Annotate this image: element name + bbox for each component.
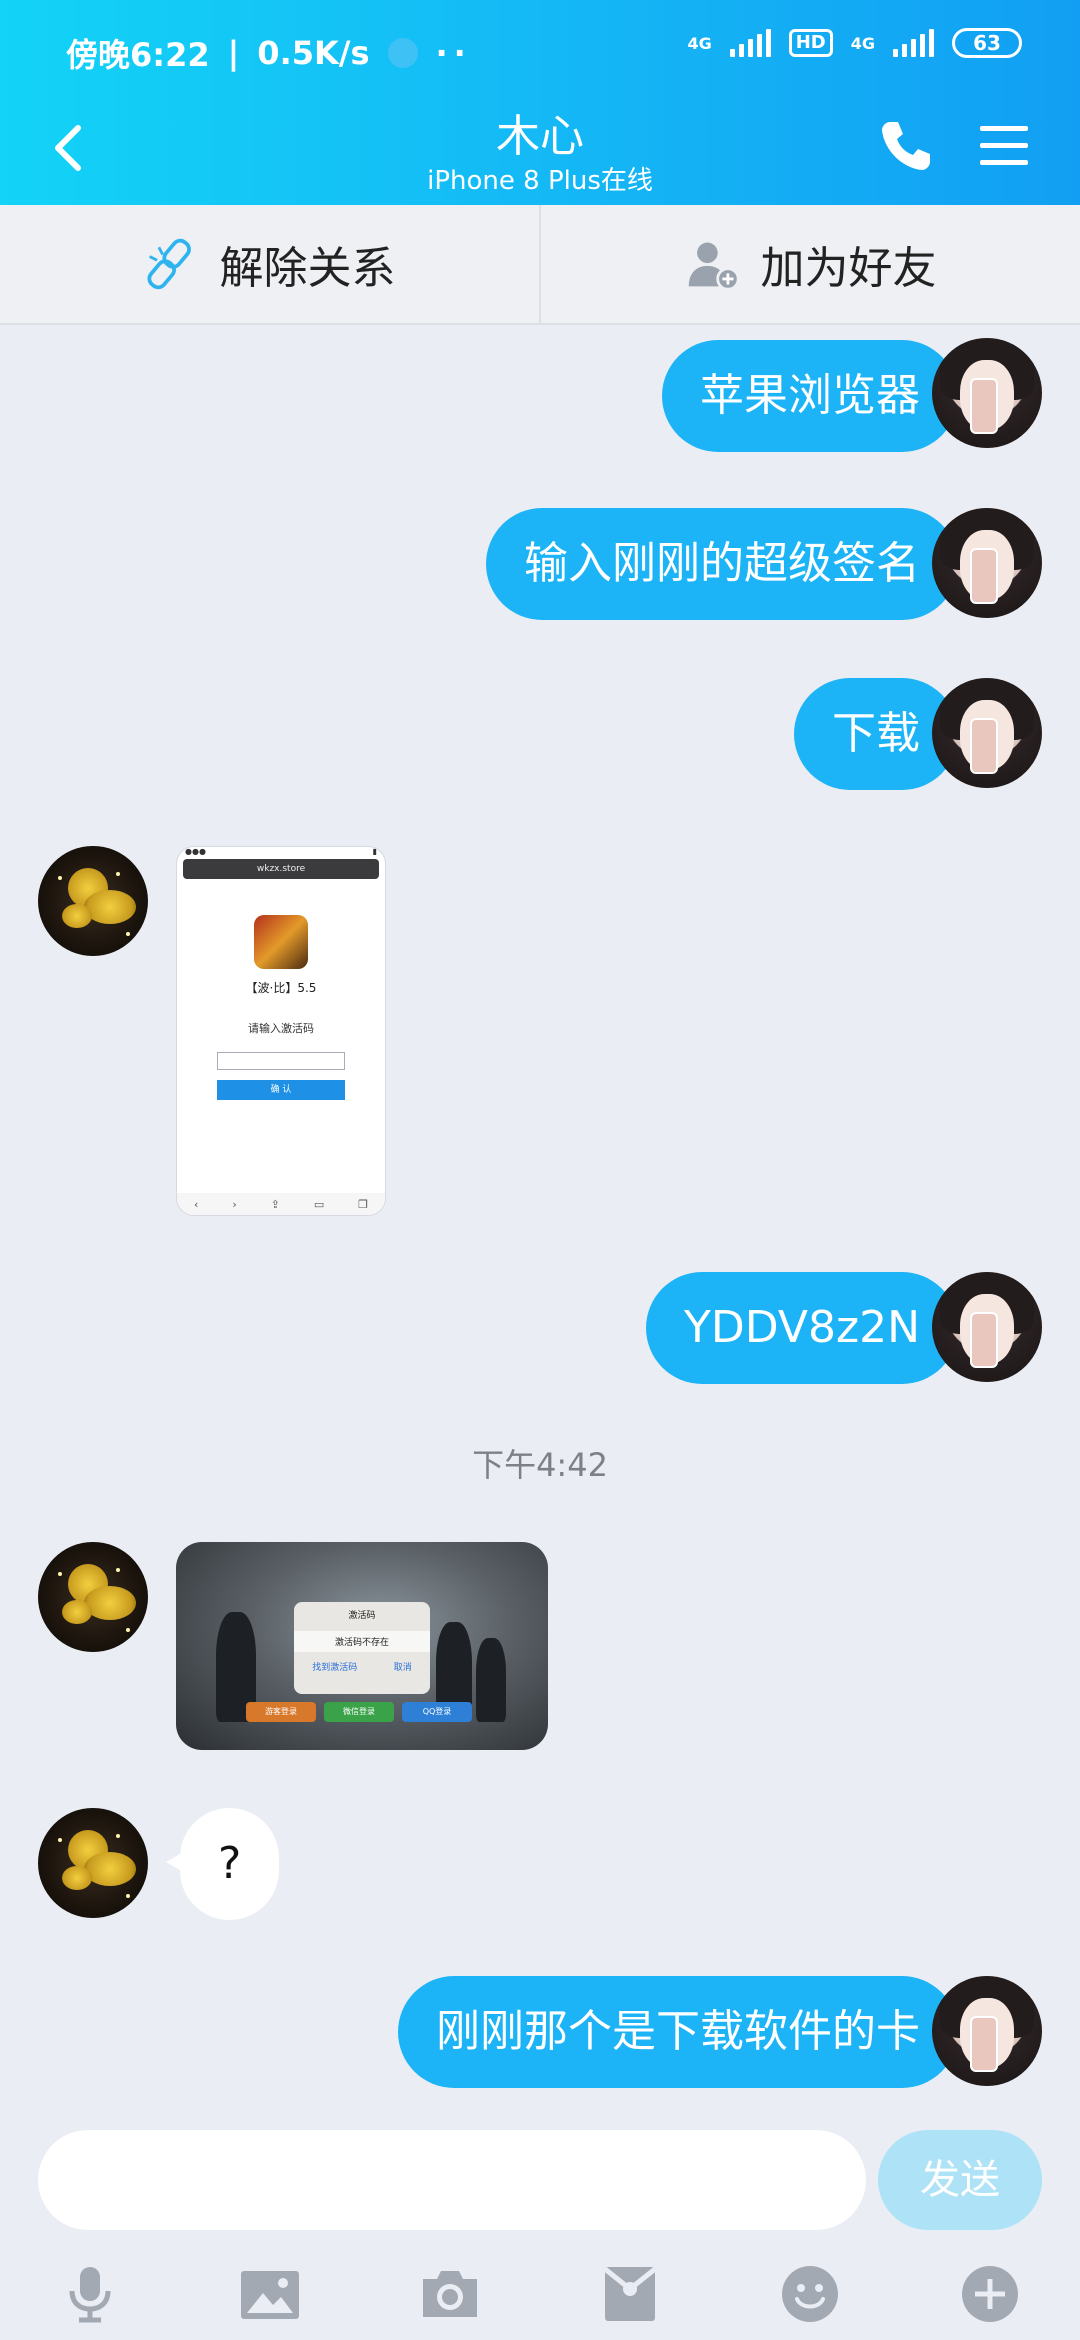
composer: 发送 <box>0 2118 1080 2248</box>
avatar-self[interactable] <box>932 508 1042 618</box>
battery-icon: 63 <box>952 28 1022 58</box>
header: 傍晚6:22 | 0.5K/s ·· 4G HD 4G 63 木心 iPhone… <box>0 0 1080 205</box>
browser-url-bar: wkzx.store <box>183 859 379 879</box>
camera-button[interactable] <box>418 2262 482 2326</box>
plus-icon <box>962 2266 1018 2322</box>
send-button[interactable]: 发送 <box>878 2130 1042 2230</box>
camera-icon <box>423 2271 477 2317</box>
dialog-title: 激活码 <box>348 1611 376 1621</box>
status-notification-icon <box>387 38 418 68</box>
menu-icon <box>980 126 1028 165</box>
image-button[interactable] <box>238 2262 302 2326</box>
call-button[interactable] <box>876 116 936 176</box>
more-button[interactable] <box>958 2262 1022 2326</box>
guest-login-button: 游客登录 <box>246 1702 316 1722</box>
status-speed: 0.5K/s <box>257 34 370 72</box>
image-message-game-screenshot[interactable]: 激活码 激活码不存在 找到激活码 取消 游客登录 微信登录 QQ登录 <box>176 1542 548 1750</box>
activation-input <box>217 1052 345 1070</box>
avatar-contact[interactable] <box>38 846 148 956</box>
add-friend-button[interactable]: 加为好友 <box>539 205 1080 323</box>
browser-toolbar: ‹ › ⇪ ▭ ❐ <box>177 1193 385 1215</box>
message-input[interactable] <box>38 2130 866 2230</box>
dialog-action-right: 取消 <box>393 1663 412 1673</box>
dialog-action-left: 找到激活码 <box>312 1663 358 1673</box>
app-icon <box>254 915 308 969</box>
message-bubble-outgoing[interactable]: 刚刚那个是下载软件的卡 <box>398 1976 972 2088</box>
add-user-icon <box>688 242 740 291</box>
image-icon <box>241 2271 299 2319</box>
activation-prompt: 请输入激活码 <box>248 1022 314 1035</box>
network-type-2: 4G <box>850 33 875 53</box>
image-message-screenshot[interactable]: ●●● ▮ wkzx.store 【波·比】5.5 请输入激活码 确 认 ‹ › ⇪ ▭… <box>176 846 386 1216</box>
red-packet-icon <box>603 2267 657 2321</box>
message-bubble-outgoing[interactable]: YDDV8z2N <box>646 1272 972 1384</box>
microphone-icon <box>69 2267 111 2323</box>
emoji-icon <box>782 2266 838 2322</box>
message-bubble-incoming[interactable]: ? <box>165 1808 280 1920</box>
qq-login-button: QQ登录 <box>402 1702 472 1722</box>
unlink-label: 解除关系 <box>219 243 396 294</box>
app-name: 【波·比】5.5 <box>245 981 317 995</box>
more-notifications-icon: ·· <box>435 34 472 72</box>
unlink-icon <box>146 238 191 290</box>
message-bubble-outgoing[interactable]: 输入刚刚的超级签名 <box>486 508 972 620</box>
hd-badge: HD <box>788 29 833 57</box>
relation-action-bar: 解除关系 加为好友 <box>0 205 1080 325</box>
voice-button[interactable] <box>58 2262 122 2326</box>
activation-dialog: 激活码 激活码不存在 找到激活码 取消 <box>294 1602 430 1694</box>
url-text: wkzx.store <box>256 864 306 874</box>
nav-bar: 木心 iPhone 8 Plus在线 <box>0 100 1080 205</box>
message-timestamp: 下午4:42 <box>472 1446 608 1484</box>
status-right: 4G HD 4G 63 <box>687 28 1022 58</box>
red-packet-button[interactable] <box>598 2262 662 2326</box>
avatar-contact[interactable] <box>38 1808 148 1918</box>
avatar-self[interactable] <box>932 1976 1042 2086</box>
status-time: 傍晚6:22 <box>66 36 210 74</box>
composer-toolbar <box>0 2248 1080 2340</box>
avatar-self[interactable] <box>932 678 1042 788</box>
phone-icon <box>882 122 930 170</box>
confirm-button: 确 认 <box>217 1080 345 1100</box>
status-bar: 傍晚6:22 | 0.5K/s ·· 4G HD 4G 63 <box>0 0 1080 100</box>
avatar-self[interactable] <box>932 1272 1042 1382</box>
menu-button[interactable] <box>976 118 1032 174</box>
status-left: 傍晚6:22 | 0.5K/s ·· <box>66 30 472 76</box>
unlink-button[interactable]: 解除关系 <box>0 205 539 323</box>
signal-icon-1 <box>729 29 771 57</box>
network-type-1: 4G <box>687 33 712 53</box>
add-friend-label: 加为好友 <box>760 243 937 294</box>
signal-icon-2 <box>893 29 934 57</box>
avatar-contact[interactable] <box>38 1542 148 1652</box>
avatar-self[interactable] <box>932 338 1042 448</box>
emoji-button[interactable] <box>778 2262 842 2326</box>
wechat-login-button: 微信登录 <box>324 1702 394 1722</box>
dialog-message: 激活码不存在 <box>294 1631 430 1652</box>
message-bubble-outgoing[interactable]: 苹果浏览器 <box>662 340 972 452</box>
